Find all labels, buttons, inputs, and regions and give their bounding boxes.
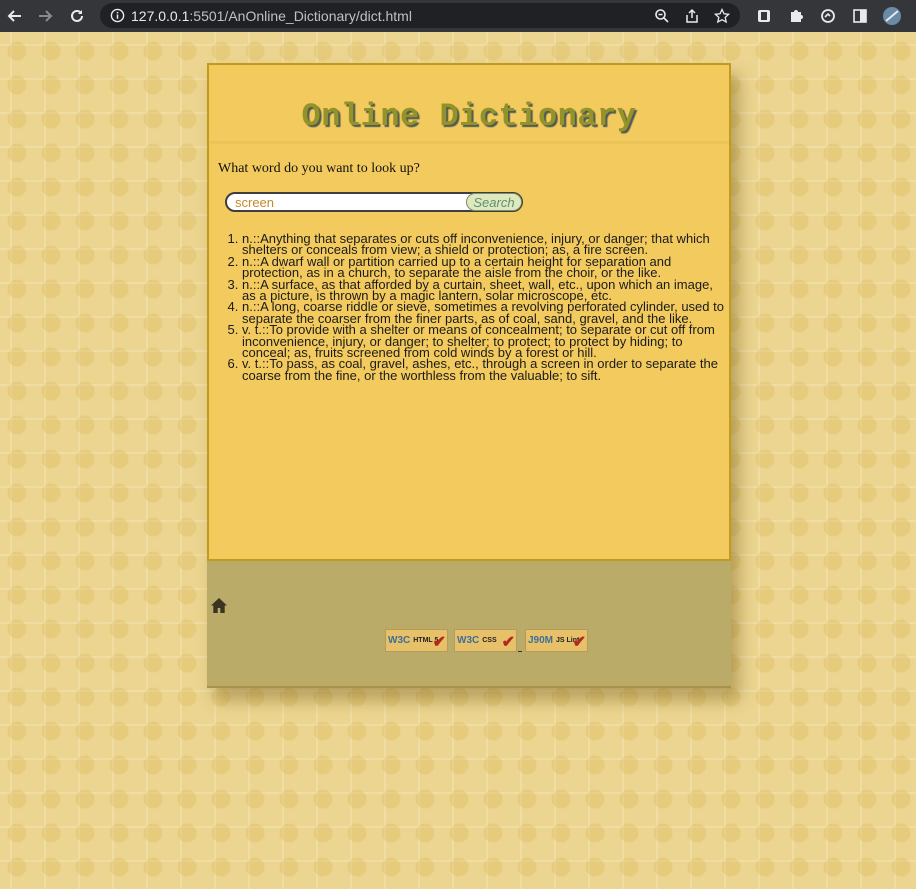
page-title: Online Dictionary <box>301 98 637 135</box>
lookup-prompt: What word do you want to look up? <box>218 161 420 176</box>
info-icon[interactable] <box>109 8 125 24</box>
checkmark-icon: ✔ <box>501 634 515 651</box>
badge-logo: W3C <box>457 635 480 646</box>
profile-icon[interactable] <box>882 6 902 26</box>
checkmark-icon: ✔ <box>572 634 586 651</box>
dictionary-card: Online Dictionary What word do you want … <box>207 63 731 688</box>
sync-icon[interactable] <box>818 6 838 26</box>
main-panel: Online Dictionary What word do you want … <box>207 63 731 561</box>
back-icon <box>7 10 21 22</box>
definition-item: v. t.::To provide with a shelter or mean… <box>242 323 729 359</box>
search-input[interactable] <box>235 195 467 210</box>
definition-item: n.::A long, coarse riddle or sieve, some… <box>242 300 729 324</box>
sidebar-icon[interactable] <box>850 6 870 26</box>
html5-validator-badge[interactable]: W3C HTML 5 ✔ <box>385 629 448 652</box>
badge-logo: W3C <box>388 635 411 646</box>
browser-toolbar: 127.0.0.1:5501/AnOnline_Dictionary/dict.… <box>0 0 916 32</box>
extension-icon[interactable] <box>786 6 806 26</box>
star-icon[interactable] <box>712 6 732 26</box>
shield-icon[interactable] <box>754 6 774 26</box>
search-form: Search <box>225 192 523 212</box>
definition-item: n.::A surface, as that afforded by a cur… <box>242 278 729 302</box>
search-button[interactable]: Search <box>466 193 522 211</box>
definition-item: v. t.::To pass, as coal, gravel, ashes, … <box>242 358 729 382</box>
definition-item: n.::A dwarf wall or partition carried up… <box>242 255 729 279</box>
share-icon[interactable] <box>682 6 702 26</box>
definition-item: n.::Anything that separates or cuts off … <box>242 232 729 256</box>
definitions-list: n.::Anything that separates or cuts off … <box>209 232 729 382</box>
zoom-icon[interactable] <box>652 6 672 26</box>
divider <box>518 650 522 652</box>
home-icon[interactable] <box>210 597 228 614</box>
address-bar[interactable]: 127.0.0.1:5501/AnOnline_Dictionary/dict.… <box>100 3 740 28</box>
url-text: 127.0.0.1:5501/AnOnline_Dictionary/dict.… <box>131 7 412 24</box>
badge-logo: J90M <box>528 635 554 646</box>
back-button[interactable] <box>2 3 28 29</box>
jslint-badge[interactable]: J90M JS Lint ✔ <box>525 629 588 652</box>
validator-badges: W3C HTML 5 ✔ W3C CSS ✔ J90M JS Lint ✔ <box>385 629 588 652</box>
checkmark-icon: ✔ <box>432 634 446 651</box>
forward-icon <box>39 10 53 22</box>
header: Online Dictionary <box>209 65 729 144</box>
extensions-area <box>754 6 902 26</box>
footer: W3C HTML 5 ✔ W3C CSS ✔ J90M JS Lint ✔ <box>207 561 731 688</box>
forward-button[interactable] <box>32 3 58 29</box>
badge-label: CSS <box>482 637 497 644</box>
css-validator-badge[interactable]: W3C CSS ✔ <box>454 629 517 652</box>
reload-icon <box>71 9 83 22</box>
reload-button[interactable] <box>64 3 90 29</box>
